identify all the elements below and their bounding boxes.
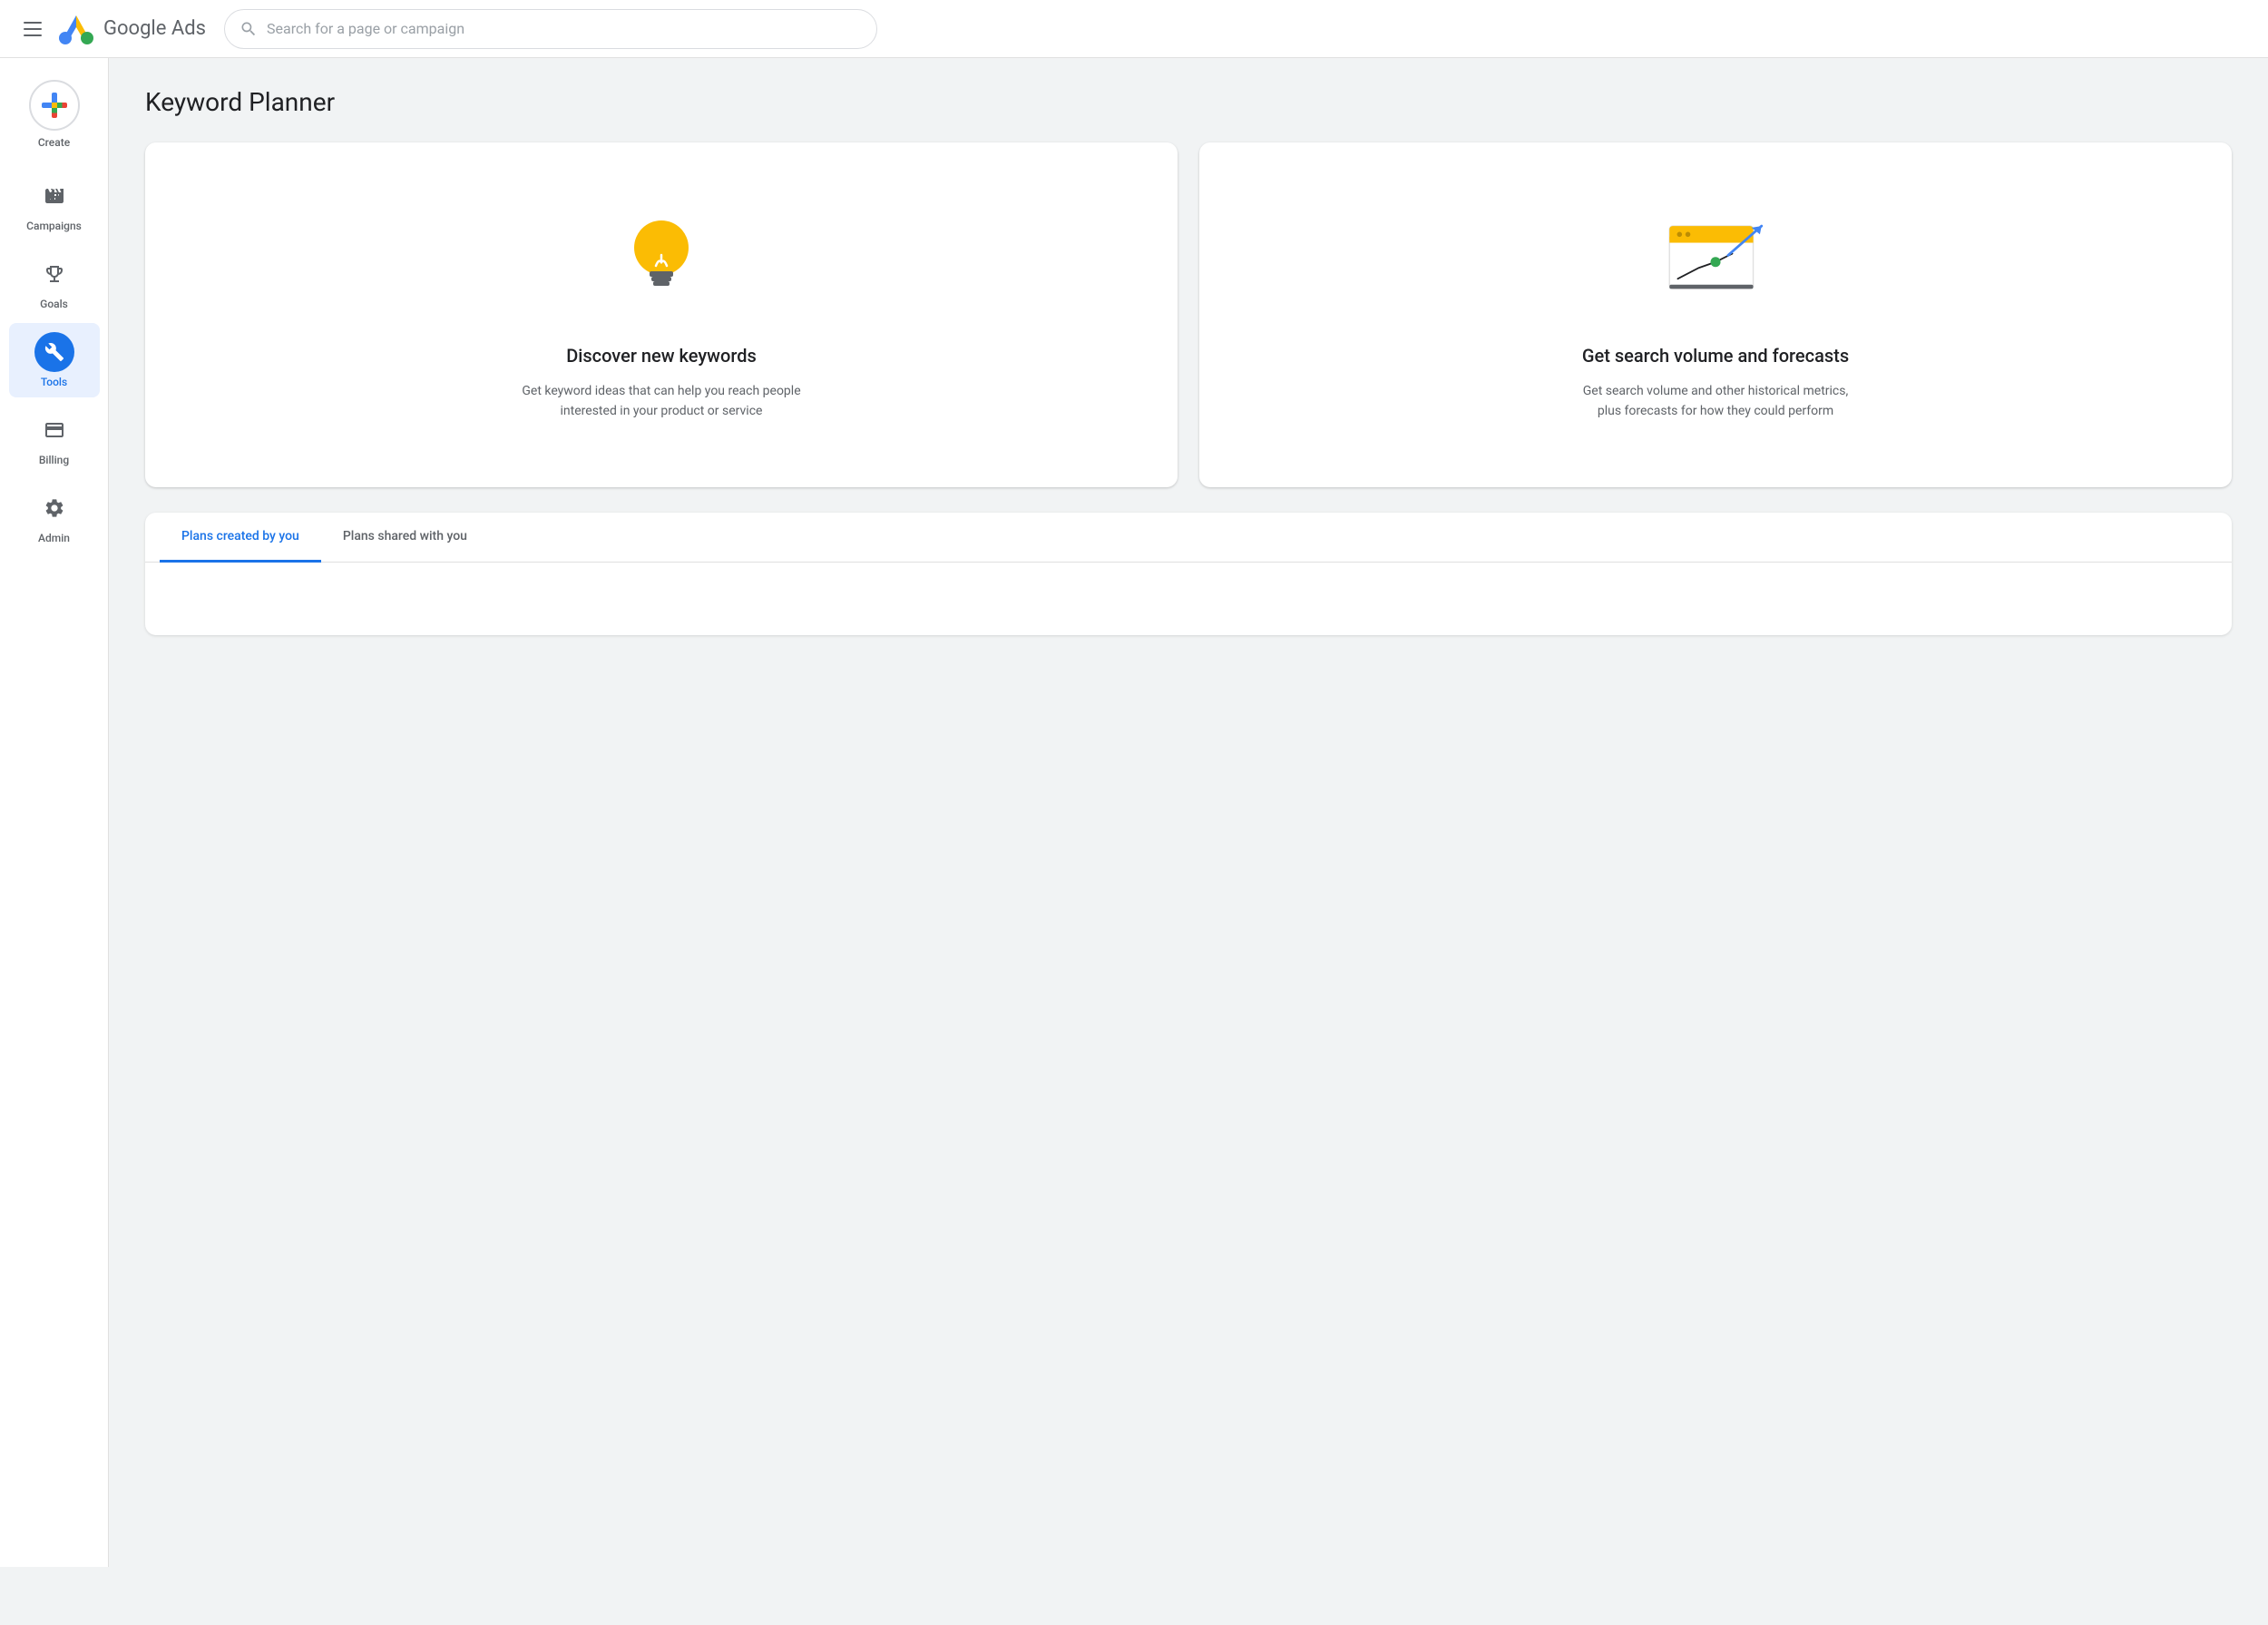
sidebar-item-goals[interactable]: Goals (9, 245, 100, 319)
hamburger-line-3 (24, 34, 42, 36)
tab-created-by-you[interactable]: Plans created by you (160, 513, 321, 563)
sidebar-item-admin[interactable]: Admin (9, 479, 100, 553)
campaigns-label: Campaigns (26, 220, 82, 232)
app-title: Google Ads (103, 17, 206, 40)
tools-icon (34, 332, 74, 372)
discover-card-title: Discover new keywords (566, 343, 757, 368)
billing-label: Billing (39, 454, 69, 466)
admin-icon (34, 488, 74, 528)
google-ads-logo[interactable]: Google Ads (58, 11, 206, 47)
discover-card-desc: Get keyword ideas that can help you reac… (516, 381, 807, 422)
plans-tabs-section: Plans created by you Plans shared with y… (145, 513, 2232, 635)
goals-icon (34, 254, 74, 294)
campaigns-icon (34, 176, 74, 216)
sidebar: Create Campaigns Goals Tools (0, 58, 109, 1567)
top-navigation: Google Ads Search for a page or campaign (0, 0, 2268, 58)
forecasts-card-title: Get search volume and forecasts (1582, 343, 1849, 368)
forecasts-illustration (1661, 205, 1770, 314)
forecasts-card[interactable]: Get search volume and forecasts Get sear… (1199, 142, 2232, 487)
tab-shared-with-you[interactable]: Plans shared with you (321, 513, 489, 563)
hamburger-line-2 (24, 28, 42, 30)
hamburger-menu[interactable] (15, 11, 51, 47)
google-ads-logo-icon (58, 11, 94, 47)
billing-icon (34, 410, 74, 450)
search-icon (240, 20, 258, 38)
sidebar-item-tools[interactable]: Tools (9, 323, 100, 397)
option-cards-row: Discover new keywords Get keyword ideas … (145, 142, 2232, 487)
page-title: Keyword Planner (145, 87, 2232, 117)
tabs-header: Plans created by you Plans shared with y… (145, 513, 2232, 563)
main-content: Keyword Planner Discover new keyword (109, 58, 2268, 1567)
goals-label: Goals (40, 298, 68, 310)
discover-keywords-card[interactable]: Discover new keywords Get keyword ideas … (145, 142, 1178, 487)
discover-illustration (607, 205, 716, 314)
create-label: Create (38, 136, 70, 149)
search-bar[interactable]: Search for a page or campaign (224, 9, 877, 49)
hamburger-line-1 (24, 22, 42, 24)
search-placeholder: Search for a page or campaign (267, 20, 464, 37)
create-circle-button[interactable] (29, 80, 80, 131)
admin-label: Admin (38, 532, 70, 544)
sidebar-item-billing[interactable]: Billing (9, 401, 100, 475)
sidebar-item-campaigns[interactable]: Campaigns (9, 167, 100, 241)
tools-label: Tools (41, 376, 67, 388)
create-plus-icon (42, 93, 67, 118)
tabs-body (145, 563, 2232, 635)
forecasts-card-desc: Get search volume and other historical m… (1570, 381, 1861, 422)
create-button[interactable]: Create (22, 73, 87, 156)
